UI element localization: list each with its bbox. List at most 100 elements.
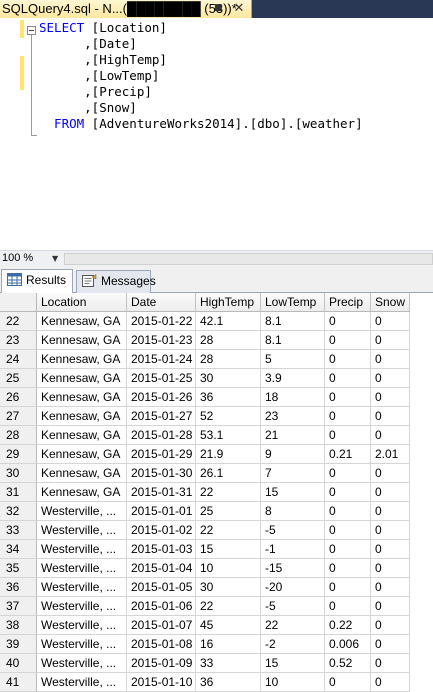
date-cell[interactable]: 2015-01-04 xyxy=(127,559,196,578)
hightemp-cell[interactable]: 26.1 xyxy=(196,464,261,483)
location-cell[interactable]: Westerville, ... xyxy=(37,616,127,635)
row-number-cell[interactable]: 41 xyxy=(0,673,37,692)
precip-cell[interactable]: 0 xyxy=(325,388,371,407)
date-cell[interactable]: 2015-01-23 xyxy=(127,331,196,350)
lowtemp-cell[interactable]: 22 xyxy=(261,616,325,635)
precip-cell[interactable]: 0 xyxy=(325,540,371,559)
row-number-cell[interactable]: 23 xyxy=(0,331,37,350)
table-row[interactable]: 26 Kennesaw, GA 2015-01-26 36 18 0 0 xyxy=(0,388,433,407)
row-number-cell[interactable]: 40 xyxy=(0,654,37,673)
lowtemp-cell[interactable]: 10 xyxy=(261,673,325,692)
hightemp-cell[interactable]: 25 xyxy=(196,502,261,521)
hightemp-cell[interactable]: 22 xyxy=(196,483,261,502)
snow-cell[interactable]: 0 xyxy=(371,559,410,578)
date-cell[interactable]: 2015-01-27 xyxy=(127,407,196,426)
lowtemp-cell[interactable]: 23 xyxy=(261,407,325,426)
row-number-cell[interactable]: 35 xyxy=(0,559,37,578)
snow-cell[interactable]: 2.01 xyxy=(371,445,410,464)
location-cell[interactable]: Westerville, ... xyxy=(37,521,127,540)
hightemp-cell[interactable]: 36 xyxy=(196,388,261,407)
lowtemp-cell[interactable]: -2 xyxy=(261,635,325,654)
snow-cell[interactable]: 0 xyxy=(371,654,410,673)
table-row[interactable]: 34 Westerville, ... 2015-01-03 15 -1 0 0 xyxy=(0,540,433,559)
snow-cell[interactable]: 0 xyxy=(371,312,410,331)
snow-cell[interactable]: 0 xyxy=(371,388,410,407)
location-cell[interactable]: Kennesaw, GA xyxy=(37,445,127,464)
location-cell[interactable]: Westerville, ... xyxy=(37,559,127,578)
snow-cell[interactable]: 0 xyxy=(371,483,410,502)
header-location[interactable]: Location xyxy=(37,293,127,312)
lowtemp-cell[interactable]: 8 xyxy=(261,502,325,521)
header-lowtemp[interactable]: LowTemp xyxy=(261,293,325,312)
row-number-cell[interactable]: 25 xyxy=(0,369,37,388)
pin-icon[interactable]: ■ xyxy=(214,4,224,13)
row-number-cell[interactable]: 33 xyxy=(0,521,37,540)
date-cell[interactable]: 2015-01-26 xyxy=(127,388,196,407)
hightemp-cell[interactable]: 22 xyxy=(196,521,261,540)
row-number-cell[interactable]: 29 xyxy=(0,445,37,464)
date-cell[interactable]: 2015-01-03 xyxy=(127,540,196,559)
table-row[interactable]: 39 Westerville, ... 2015-01-08 16 -2 0.006 0 xyxy=(0,635,433,654)
date-cell[interactable]: 2015-01-25 xyxy=(127,369,196,388)
snow-cell[interactable]: 0 xyxy=(371,502,410,521)
lowtemp-cell[interactable]: 3.9 xyxy=(261,369,325,388)
date-cell[interactable]: 2015-01-07 xyxy=(127,616,196,635)
row-number-cell[interactable]: 32 xyxy=(0,502,37,521)
table-row[interactable]: 27 Kennesaw, GA 2015-01-27 52 23 0 0 xyxy=(0,407,433,426)
hightemp-cell[interactable]: 15 xyxy=(196,540,261,559)
row-number-cell[interactable]: 34 xyxy=(0,540,37,559)
collapse-icon[interactable] xyxy=(27,26,36,35)
header-precip[interactable]: Precip xyxy=(325,293,371,312)
row-number-cell[interactable]: 24 xyxy=(0,350,37,369)
date-cell[interactable]: 2015-01-10 xyxy=(127,673,196,692)
row-number-cell[interactable]: 31 xyxy=(0,483,37,502)
date-cell[interactable]: 2015-01-09 xyxy=(127,654,196,673)
lowtemp-cell[interactable]: -5 xyxy=(261,597,325,616)
location-cell[interactable]: Westerville, ... xyxy=(37,635,127,654)
snow-cell[interactable]: 0 xyxy=(371,578,410,597)
precip-cell[interactable]: 0.006 xyxy=(325,635,371,654)
date-cell[interactable]: 2015-01-28 xyxy=(127,426,196,445)
date-cell[interactable]: 2015-01-22 xyxy=(127,312,196,331)
table-row[interactable]: 33 Westerville, ... 2015-01-02 22 -5 0 0 xyxy=(0,521,433,540)
location-cell[interactable]: Westerville, ... xyxy=(37,540,127,559)
precip-cell[interactable]: 0 xyxy=(325,331,371,350)
table-row[interactable]: 37 Westerville, ... 2015-01-06 22 -5 0 0 xyxy=(0,597,433,616)
precip-cell[interactable]: 0 xyxy=(325,350,371,369)
table-row[interactable]: 36 Westerville, ... 2015-01-05 30 -20 0 0 xyxy=(0,578,433,597)
lowtemp-cell[interactable]: 15 xyxy=(261,483,325,502)
row-number-cell[interactable]: 27 xyxy=(0,407,37,426)
snow-cell[interactable]: 0 xyxy=(371,350,410,369)
location-cell[interactable]: Kennesaw, GA xyxy=(37,312,127,331)
horizontal-scrollbar[interactable] xyxy=(64,253,433,265)
results-grid[interactable]: Location Date HighTemp LowTemp Precip Sn… xyxy=(0,293,433,692)
precip-cell[interactable]: 0 xyxy=(325,559,371,578)
precip-cell[interactable]: 0 xyxy=(325,597,371,616)
row-number-cell[interactable]: 30 xyxy=(0,464,37,483)
precip-cell[interactable]: 0.21 xyxy=(325,445,371,464)
hightemp-cell[interactable]: 36 xyxy=(196,673,261,692)
hightemp-cell[interactable]: 22 xyxy=(196,597,261,616)
table-row[interactable]: 24 Kennesaw, GA 2015-01-24 28 5 0 0 xyxy=(0,350,433,369)
location-cell[interactable]: Westerville, ... xyxy=(37,597,127,616)
lowtemp-cell[interactable]: 18 xyxy=(261,388,325,407)
lowtemp-cell[interactable]: -15 xyxy=(261,559,325,578)
table-row[interactable]: 30 Kennesaw, GA 2015-01-30 26.1 7 0 0 xyxy=(0,464,433,483)
snow-cell[interactable]: 0 xyxy=(371,616,410,635)
table-row[interactable]: 35 Westerville, ... 2015-01-04 10 -15 0 0 xyxy=(0,559,433,578)
precip-cell[interactable]: 0 xyxy=(325,464,371,483)
snow-cell[interactable]: 0 xyxy=(371,635,410,654)
location-cell[interactable]: Westerville, ... xyxy=(37,578,127,597)
date-cell[interactable]: 2015-01-08 xyxy=(127,635,196,654)
row-number-cell[interactable]: 26 xyxy=(0,388,37,407)
table-row[interactable]: 22 Kennesaw, GA 2015-01-22 42.1 8.1 0 0 xyxy=(0,312,433,331)
precip-cell[interactable]: 0 xyxy=(325,312,371,331)
table-row[interactable]: 31 Kennesaw, GA 2015-01-31 22 15 0 0 xyxy=(0,483,433,502)
hightemp-cell[interactable]: 28 xyxy=(196,331,261,350)
header-snow[interactable]: Snow xyxy=(371,293,410,312)
row-number-cell[interactable]: 37 xyxy=(0,597,37,616)
hightemp-cell[interactable]: 33 xyxy=(196,654,261,673)
location-cell[interactable]: Kennesaw, GA xyxy=(37,331,127,350)
lowtemp-cell[interactable]: 21 xyxy=(261,426,325,445)
table-row[interactable]: 41 Westerville, ... 2015-01-10 36 10 0 0 xyxy=(0,673,433,692)
